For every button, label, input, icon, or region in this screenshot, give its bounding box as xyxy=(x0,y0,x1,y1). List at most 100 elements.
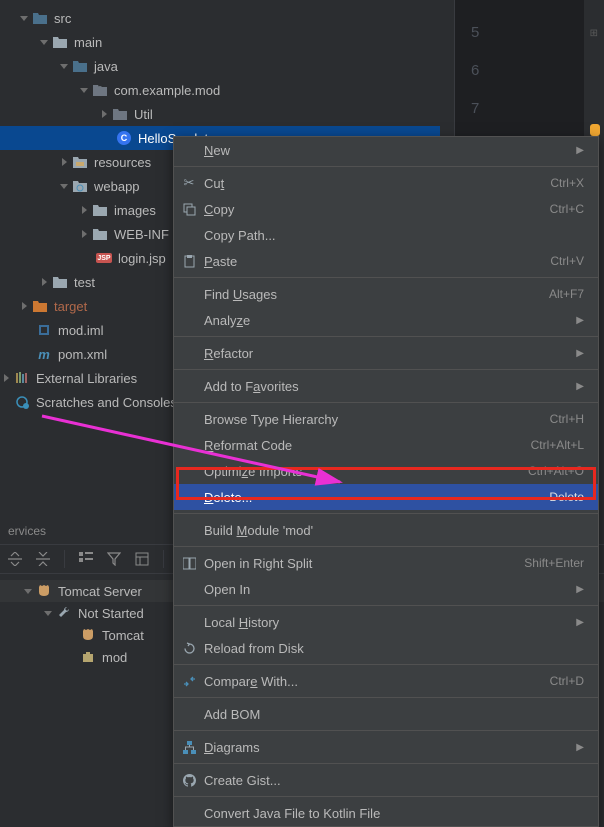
folder-icon xyxy=(92,226,108,242)
menu-separator xyxy=(174,369,598,370)
chevron-right-icon xyxy=(98,108,110,120)
filter-button[interactable] xyxy=(105,550,123,568)
submenu-arrow-icon: ▶ xyxy=(576,742,584,753)
menu-paste[interactable]: PasteCtrl+V xyxy=(174,248,598,274)
submenu-arrow-icon: ▶ xyxy=(576,381,584,392)
copy-icon xyxy=(181,201,197,217)
menu-separator xyxy=(174,605,598,606)
wrench-icon xyxy=(56,605,72,621)
folder-icon xyxy=(52,34,68,50)
chevron-right-icon xyxy=(78,228,90,240)
tree-label: test xyxy=(74,275,95,290)
chevron-down-icon xyxy=(42,607,54,619)
menu-reformat[interactable]: Reformat CodeCtrl+Alt+L xyxy=(174,432,598,458)
editor-right-gutter: ⊞ xyxy=(584,0,604,150)
separator xyxy=(64,550,65,568)
shortcut: Alt+F7 xyxy=(549,287,584,301)
shortcut: Ctrl+H xyxy=(550,412,584,426)
folder-icon xyxy=(92,202,108,218)
tree-label: images xyxy=(114,203,156,218)
tree-label: WEB-INF xyxy=(114,227,169,242)
menu-bom[interactable]: Add BOM xyxy=(174,701,598,727)
chevron-right-icon xyxy=(18,300,30,312)
add-icon[interactable]: ⊞ xyxy=(590,28,598,39)
class-icon: C xyxy=(116,130,132,146)
tree-label: External Libraries xyxy=(36,371,137,386)
menu-reload[interactable]: Reload from Disk xyxy=(174,635,598,661)
shortcut: Ctrl+D xyxy=(550,674,584,688)
tree-label: main xyxy=(74,35,102,50)
menu-separator xyxy=(174,336,598,337)
tomcat-icon xyxy=(36,583,52,599)
chevron-down-icon xyxy=(58,180,70,192)
submenu-arrow-icon: ▶ xyxy=(576,315,584,326)
menu-optimize[interactable]: Optimize ImportsCtrl+Alt+O xyxy=(174,458,598,484)
shortcut: Delete xyxy=(549,490,584,504)
menu-compare[interactable]: Compare With...Ctrl+D xyxy=(174,668,598,694)
submenu-arrow-icon: ▶ xyxy=(576,617,584,628)
menu-build[interactable]: Build Module 'mod' xyxy=(174,517,598,543)
chevron-right-icon xyxy=(78,204,90,216)
menu-browse[interactable]: Browse Type HierarchyCtrl+H xyxy=(174,406,598,432)
tree-label: resources xyxy=(94,155,151,170)
line-number: 7 xyxy=(471,100,479,117)
context-menu: New▶ ✂CutCtrl+X CopyCtrl+C Copy Path... … xyxy=(173,136,599,827)
tree-node-src[interactable]: src xyxy=(0,6,440,30)
scratches-icon xyxy=(14,394,30,410)
chevron-right-icon xyxy=(58,156,70,168)
menu-new[interactable]: New▶ xyxy=(174,137,598,163)
menu-favorites[interactable]: Add to Favorites▶ xyxy=(174,373,598,399)
separator xyxy=(163,550,164,568)
tree-label: login.jsp xyxy=(118,251,166,266)
toolbar-structure-button[interactable] xyxy=(77,550,95,568)
expand-all-button[interactable] xyxy=(6,550,24,568)
service-label: mod xyxy=(102,650,127,665)
menu-gist[interactable]: Create Gist... xyxy=(174,767,598,793)
folder-icon xyxy=(72,178,88,194)
chevron-right-icon xyxy=(38,276,50,288)
tree-node-package[interactable]: com.example.mod xyxy=(0,78,440,102)
folder-icon xyxy=(52,274,68,290)
split-icon xyxy=(181,555,197,571)
layout-button[interactable] xyxy=(133,550,151,568)
menu-copy[interactable]: CopyCtrl+C xyxy=(174,196,598,222)
github-icon xyxy=(181,772,197,788)
collapse-all-button[interactable] xyxy=(34,550,52,568)
artifact-icon xyxy=(80,649,96,665)
paste-icon xyxy=(181,253,197,269)
menu-analyze[interactable]: Analyze▶ xyxy=(174,307,598,333)
submenu-arrow-icon: ▶ xyxy=(576,348,584,359)
tree-label: target xyxy=(54,299,87,314)
tree-node-main[interactable]: main xyxy=(0,30,440,54)
menu-delete[interactable]: Delete...Delete xyxy=(174,484,598,510)
menu-openin[interactable]: Open In▶ xyxy=(174,576,598,602)
service-label: Not Started xyxy=(78,606,144,621)
diagram-icon xyxy=(181,739,197,755)
menu-copypath[interactable]: Copy Path... xyxy=(174,222,598,248)
tree-label: src xyxy=(54,11,71,26)
menu-history[interactable]: Local History▶ xyxy=(174,609,598,635)
menu-separator xyxy=(174,546,598,547)
menu-separator xyxy=(174,166,598,167)
submenu-arrow-icon: ▶ xyxy=(576,145,584,156)
shortcut: Ctrl+V xyxy=(550,254,584,268)
service-label: Tomcat xyxy=(102,628,144,643)
cut-icon: ✂ xyxy=(181,175,197,191)
tree-node-java[interactable]: java xyxy=(0,54,440,78)
menu-separator xyxy=(174,697,598,698)
menu-cut[interactable]: ✂CutCtrl+X xyxy=(174,170,598,196)
tree-node-util[interactable]: Util xyxy=(0,102,440,126)
tree-label: com.example.mod xyxy=(114,83,220,98)
menu-findusages[interactable]: Find UsagesAlt+F7 xyxy=(174,281,598,307)
menu-separator xyxy=(174,277,598,278)
iml-icon xyxy=(36,322,52,338)
warning-indicator[interactable] xyxy=(590,124,600,136)
shortcut: Ctrl+Alt+L xyxy=(531,438,584,452)
menu-refactor[interactable]: Refactor▶ xyxy=(174,340,598,366)
shortcut: Ctrl+X xyxy=(550,176,584,190)
menu-diagrams[interactable]: Diagrams▶ xyxy=(174,734,598,760)
menu-kotlin[interactable]: Convert Java File to Kotlin File xyxy=(174,800,598,826)
jsp-icon: JSP xyxy=(96,250,112,266)
menu-opensplit[interactable]: Open in Right SplitShift+Enter xyxy=(174,550,598,576)
maven-icon: m xyxy=(36,346,52,362)
